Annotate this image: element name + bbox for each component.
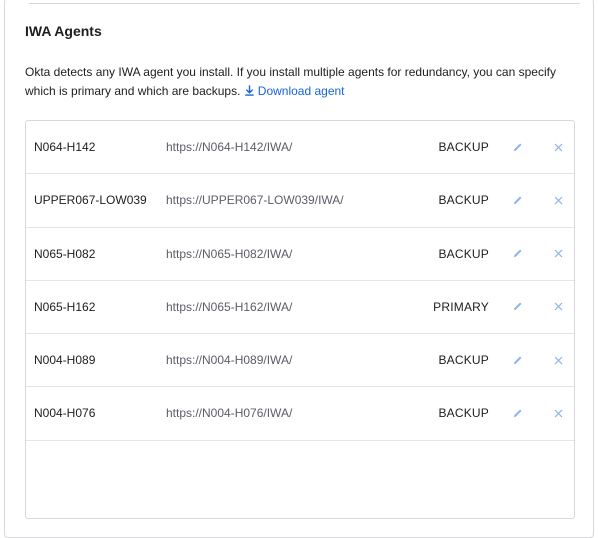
remove-agent-button[interactable] — [552, 174, 564, 226]
download-icon — [244, 85, 254, 96]
close-icon — [554, 196, 562, 205]
table-row: N004-H076 https://N004-H076/IWA/BACKUP — [26, 387, 574, 441]
close-icon — [554, 409, 562, 418]
close-icon — [554, 303, 562, 311]
edit-agent-button[interactable] — [510, 281, 524, 333]
section-title: IWA Agents — [25, 23, 102, 39]
remove-agent-button[interactable] — [552, 334, 564, 386]
edit-agent-button[interactable] — [510, 334, 524, 386]
agent-url: https://N004-H076/IWA/ — [166, 406, 293, 421]
agent-name: N004-H089 — [34, 353, 96, 368]
pencil-icon — [513, 249, 522, 258]
table-row: N064-H142 https://N064-H142/IWA/BACKUP — [26, 121, 574, 175]
remove-agent-button[interactable] — [552, 121, 564, 173]
edit-agent-button[interactable] — [510, 228, 524, 280]
agent-role: BACKUP — [438, 193, 489, 208]
agent-role: BACKUP — [438, 353, 489, 368]
divider — [29, 3, 580, 4]
table-row: N065-H082 https://N065-H082/IWA/BACKUP — [26, 228, 574, 281]
table-row: N065-H162 https://N065-H162/IWA/PRIMARY — [26, 281, 574, 335]
agent-url: https://UPPER067-LOW039/IWA/ — [166, 193, 344, 208]
close-icon — [554, 249, 562, 258]
table-row: N004-H089 https://N004-H089/IWA/BACKUP — [26, 334, 574, 388]
agent-name: N004-H076 — [34, 406, 96, 421]
agent-url: https://N065-H082/IWA/ — [166, 246, 293, 261]
agent-url: https://N064-H142/IWA/ — [166, 140, 293, 154]
agent-name: N065-H082 — [34, 246, 96, 261]
download-agent-link[interactable]: Download agent — [244, 84, 345, 98]
edit-agent-button[interactable] — [510, 174, 524, 226]
pencil-icon — [513, 409, 522, 418]
agent-role: BACKUP — [438, 406, 489, 421]
download-agent-label: Download agent — [257, 84, 345, 98]
edit-agent-button[interactable] — [510, 387, 524, 439]
agent-role: PRIMARY — [433, 299, 489, 314]
pencil-icon — [513, 302, 522, 311]
remove-agent-button[interactable] — [552, 228, 564, 280]
agents-table: N064-H142 https://N064-H142/IWA/BACKUP UPP… — [25, 120, 575, 519]
close-icon — [554, 143, 562, 151]
agent-name: UPPER067-LOW039 — [34, 193, 147, 208]
table-row: UPPER067-LOW039 https://UPPER067-LOW039/I… — [26, 174, 574, 228]
pencil-icon — [513, 356, 522, 364]
agent-name: N064-H142 — [34, 140, 96, 154]
agent-role: BACKUP — [438, 246, 489, 261]
pencil-icon — [513, 196, 522, 204]
section-description: Okta detects any IWA agent you install. … — [25, 63, 570, 101]
close-icon — [554, 356, 562, 364]
agent-url: https://N004-H089/IWA/ — [166, 353, 293, 368]
remove-agent-button[interactable] — [552, 387, 564, 439]
agent-role: BACKUP — [438, 140, 489, 154]
edit-agent-button[interactable] — [510, 121, 524, 173]
agent-name: N065-H162 — [34, 299, 96, 314]
pencil-icon — [513, 142, 522, 151]
agent-url: https://N065-H162/IWA/ — [166, 299, 293, 314]
remove-agent-button[interactable] — [552, 281, 564, 333]
